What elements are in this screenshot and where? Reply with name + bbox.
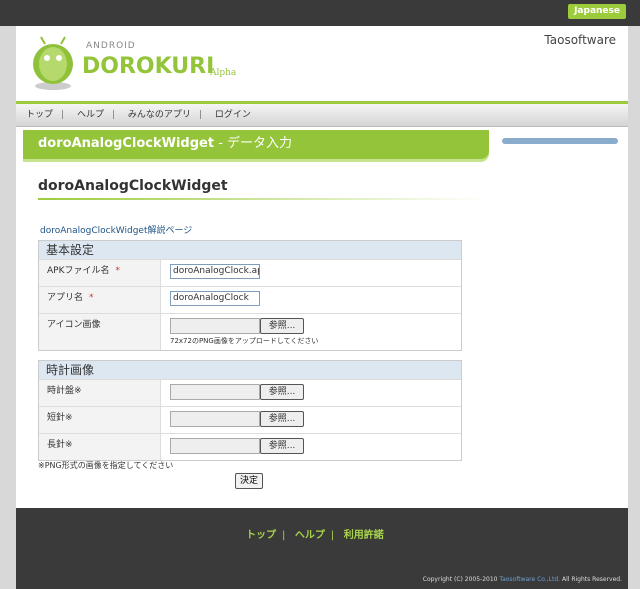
long-hand-label: 長針※ xyxy=(39,434,161,460)
png-note: ※PNG形式の画像を指定してください xyxy=(38,461,174,470)
clock-images-table: 時計画像 時計盤※ 参照... 短針※ 参照... 長針※ 参照... xyxy=(38,360,462,461)
company-name: Taosoftware xyxy=(544,33,616,47)
copyright-company-link[interactable]: Taosoftware Co.,Ltd. xyxy=(499,576,560,583)
icon-hint: 72x72のPNG画像をアップロードしてください xyxy=(170,337,319,345)
dial-row: 時計盤※ 参照... xyxy=(39,379,461,406)
long-hand-row: 長針※ 参照... xyxy=(39,433,461,460)
footer-link-top[interactable]: トップ xyxy=(246,530,276,541)
android-wordmark: ANDROID xyxy=(86,41,136,51)
site-footer: トップ | ヘルプ | 利用許諾 Copyright (C) 2005-2010 T… xyxy=(16,508,628,589)
site-header: ANDROID DOROKURI Alpha Taosoftware xyxy=(16,26,628,104)
basic-settings-table: 基本設定 APKファイル名 * doroAnalogClock.apk アプリ名 *… xyxy=(38,240,462,351)
long-hand-browse-button[interactable]: 参照... xyxy=(260,438,304,454)
icon-file-field[interactable] xyxy=(170,318,260,334)
apk-label: APKファイル名 * xyxy=(39,260,161,286)
required-mark: * xyxy=(115,266,121,276)
dial-label: 時計盤※ xyxy=(39,380,161,406)
dial-file-field[interactable] xyxy=(170,384,260,400)
footer-separator: | xyxy=(282,530,286,541)
icon-label: アイコン画像 xyxy=(39,314,161,350)
nav-item-login[interactable]: ログイン xyxy=(215,110,251,120)
clock-images-title: 時計画像 xyxy=(39,361,461,379)
page-container: ANDROID DOROKURI Alpha Taosoftware トップ | … xyxy=(16,26,628,589)
nav-item-apps[interactable]: みんなのアプリ xyxy=(128,110,191,120)
apk-row: APKファイル名 * doroAnalogClock.apk xyxy=(39,259,461,286)
language-button[interactable]: Japanese xyxy=(568,4,626,19)
submit-button[interactable]: 決定 xyxy=(235,473,263,489)
basic-settings-title: 基本設定 xyxy=(39,241,461,259)
sidebar-decoration xyxy=(502,138,618,144)
app-name-label: アプリ名 * xyxy=(39,287,161,313)
app-name-row: アプリ名 * doroAnalogClock xyxy=(39,286,461,313)
page-title-bar: doroAnalogClockWidget - データ入力 xyxy=(23,130,489,159)
short-hand-row: 短針※ 参照... xyxy=(39,406,461,433)
description-link[interactable]: doroAnalogClockWidget解説ページ xyxy=(40,223,192,236)
alpha-label: Alpha xyxy=(210,68,237,78)
icon-row: アイコン画像 参照... 72x72のPNG画像をアップロードしてください xyxy=(39,313,461,350)
required-mark: * xyxy=(89,293,94,303)
section-heading: doroAnalogClockWidget xyxy=(38,178,228,194)
title-dash: - xyxy=(214,136,228,151)
nav-separator: | xyxy=(61,110,65,120)
footer-link-help[interactable]: ヘルプ xyxy=(295,530,325,541)
icon-browse-button[interactable]: 参照... xyxy=(260,318,304,334)
nav-separator: | xyxy=(198,110,202,120)
long-hand-file-field[interactable] xyxy=(170,438,260,454)
footer-separator: | xyxy=(330,530,335,541)
brand-title[interactable]: DOROKURI xyxy=(82,54,214,79)
short-hand-label: 短針※ xyxy=(39,407,161,433)
dial-browse-button[interactable]: 参照... xyxy=(260,384,304,400)
heading-underline xyxy=(38,198,488,200)
nav-item-top[interactable]: トップ xyxy=(26,110,53,120)
top-bar: Japanese xyxy=(0,0,640,26)
nav-item-help[interactable]: ヘルプ xyxy=(77,110,104,120)
title-app-name: doroAnalogClockWidget xyxy=(38,136,215,151)
copyright: Copyright (C) 2005-2010 Taosoftware Co.,… xyxy=(422,576,622,583)
short-hand-browse-button[interactable]: 参照... xyxy=(260,411,304,427)
nav-separator: | xyxy=(111,110,115,120)
main-nav: トップ | ヘルプ | みんなのアプリ | ログイン xyxy=(16,104,628,127)
apk-filename-input[interactable]: doroAnalogClock.apk xyxy=(170,264,260,279)
title-section: データ入力 xyxy=(227,136,293,151)
footer-links: トップ | ヘルプ | 利用許諾 xyxy=(246,526,384,541)
footer-link-license[interactable]: 利用許諾 xyxy=(344,530,384,541)
short-hand-file-field[interactable] xyxy=(170,411,260,427)
android-logo-icon xyxy=(33,36,73,90)
app-name-input[interactable]: doroAnalogClock xyxy=(170,291,260,306)
